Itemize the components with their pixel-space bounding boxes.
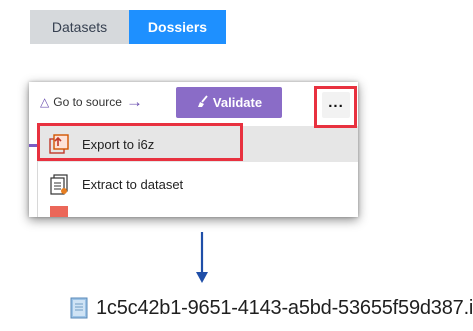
- file-name: 1c5c42b1-9651-4143-a5bd-53655f59d387.i6z: [96, 296, 473, 319]
- exported-file[interactable]: 1c5c42b1-9651-4143-a5bd-53655f59d387.i6z: [68, 295, 473, 321]
- go-to-source-label: Go to source: [53, 95, 122, 109]
- menu-item-export[interactable]: Export to i6z: [38, 126, 358, 162]
- flask-icon: △: [40, 95, 50, 109]
- more-dots-icon: ...: [328, 94, 344, 111]
- extract-icon: [48, 173, 70, 195]
- options-menu: Export to i6z Extract to dataset: [37, 124, 358, 217]
- export-icon: [48, 133, 70, 155]
- screenshot-root: Datasets Dossiers △ Go to source → Valid…: [0, 0, 473, 331]
- down-arrow-icon: [196, 232, 208, 283]
- validate-button[interactable]: Validate: [176, 87, 282, 118]
- menu-item-extract-label: Extract to dataset: [82, 176, 184, 192]
- file-icon: [68, 296, 90, 320]
- menu-item-extract[interactable]: Extract to dataset: [38, 166, 358, 202]
- go-to-source-link[interactable]: △ Go to source →: [40, 92, 143, 111]
- more-options-button[interactable]: ...: [322, 92, 350, 118]
- tab-dossiers[interactable]: Dossiers: [129, 10, 226, 44]
- arrow-right-icon: →: [125, 92, 143, 111]
- broom-icon: [196, 94, 209, 111]
- menu-item-export-label: Export to i6z: [82, 136, 155, 152]
- validate-label: Validate: [212, 95, 263, 110]
- tab-strip: Datasets Dossiers: [30, 10, 226, 44]
- toolbar: △ Go to source → Validate ...: [29, 82, 358, 124]
- partial-menu-icon: [50, 206, 68, 217]
- tab-datasets[interactable]: Datasets: [30, 10, 129, 44]
- dossier-panel: △ Go to source → Validate ... Export to …: [29, 82, 358, 217]
